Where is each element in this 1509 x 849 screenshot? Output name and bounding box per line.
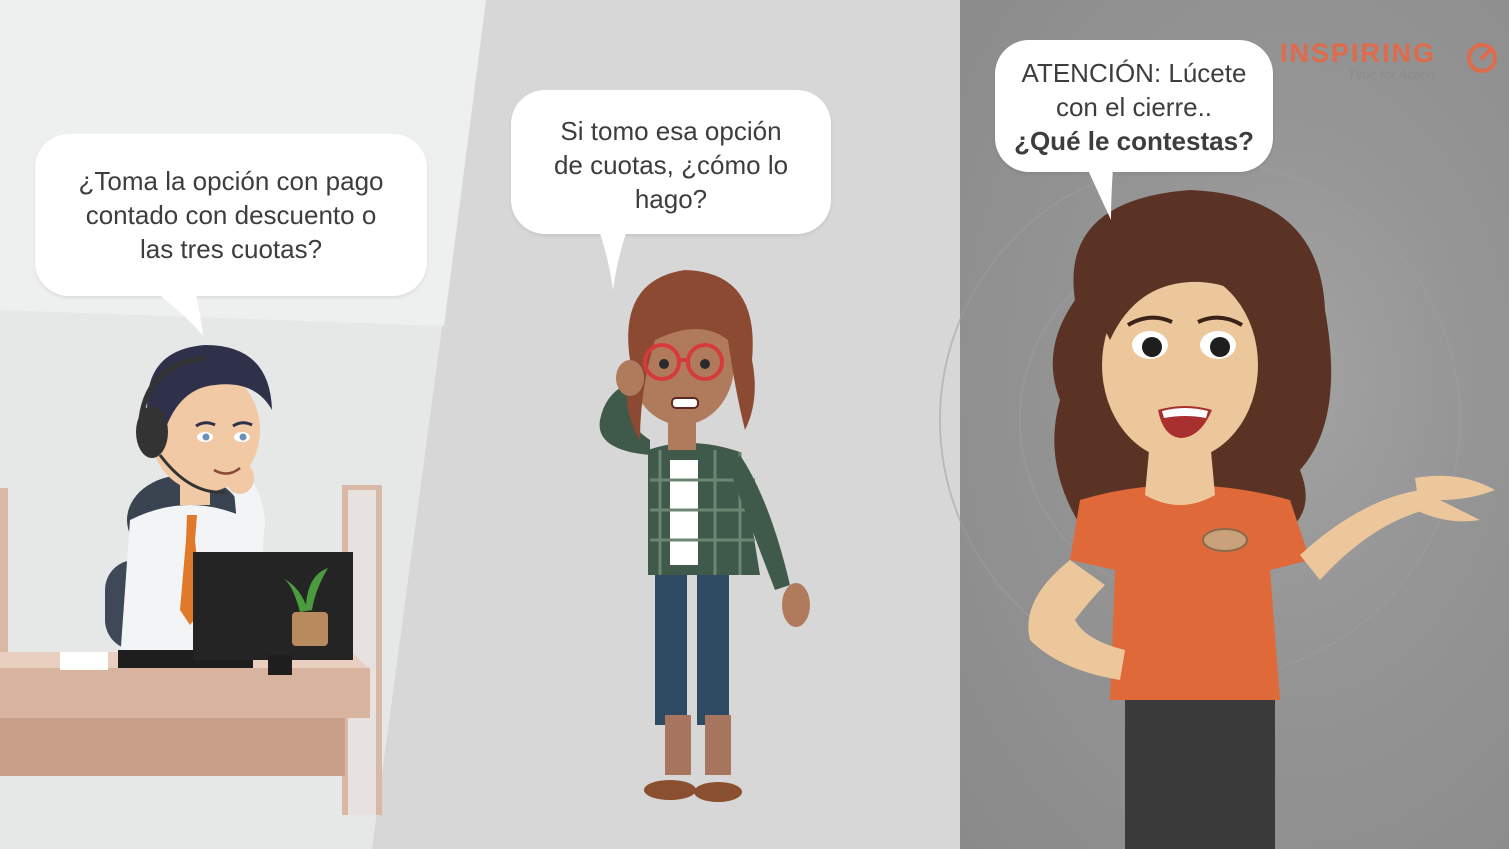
inspiring-logo: INSPIRING Time for Action	[1280, 38, 1500, 88]
bubble-line: ATENCIÓN: Lúcete	[1021, 58, 1247, 88]
video-frame: ¿Toma la opción con pago contado con des…	[0, 0, 1509, 849]
target-circle-icon	[1467, 43, 1497, 73]
speech-bubble-customer: Si tomo esa opción de cuotas, ¿cómo lo h…	[511, 90, 831, 290]
bubble-line: de cuotas, ¿cómo lo	[553, 150, 789, 180]
presenter-illustration	[939, 159, 1495, 849]
bubble-line: las tres cuotas?	[139, 234, 323, 264]
bubble-line: contado con descuento o	[85, 200, 377, 230]
bubble-line-bold: ¿Qué le contestas?	[1014, 126, 1254, 156]
bubble-line: ¿Toma la opción con pago	[78, 166, 384, 196]
customer-illustration	[599, 270, 810, 802]
bubble-line: hago?	[634, 184, 708, 214]
logo-tagline: Time for Action	[1348, 67, 1435, 82]
bubble-tail	[1087, 168, 1113, 220]
bubble-tail	[599, 230, 627, 290]
speech-bubble-agent: ¿Toma la opción con pago contado con des…	[35, 134, 427, 336]
speech-bubble-presenter: ATENCIÓN: Lúcete con el cierre.. ¿Qué le…	[995, 40, 1273, 220]
bubble-line: con el cierre..	[1055, 92, 1213, 122]
bubble-tail	[153, 290, 203, 336]
monitor-icon	[193, 552, 353, 660]
logo-wordmark: INSPIRING	[1280, 38, 1437, 68]
bubble-line: Si tomo esa opción	[560, 116, 782, 146]
